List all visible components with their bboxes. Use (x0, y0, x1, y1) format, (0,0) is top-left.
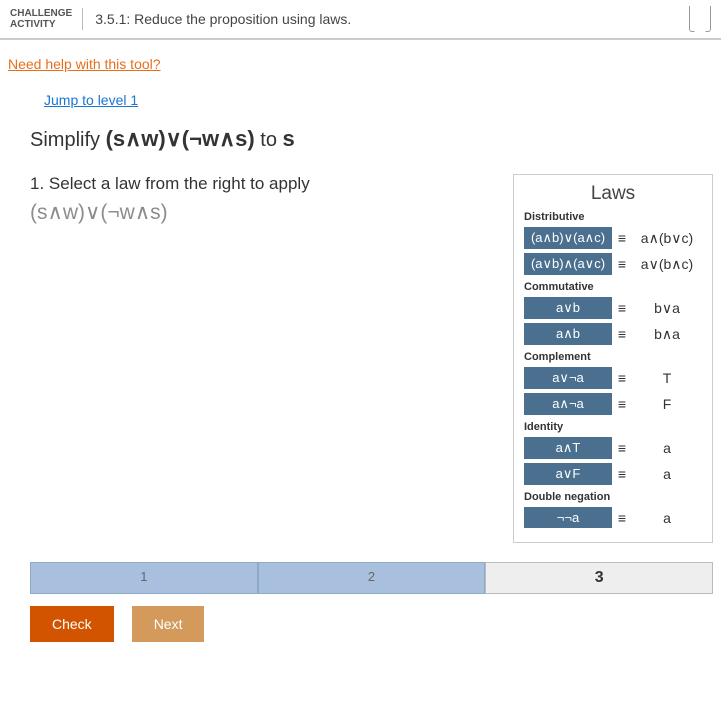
law-button[interactable]: a∨¬a (524, 367, 612, 389)
equiv-symbol: ≡ (612, 300, 632, 316)
law-button[interactable]: a∧b (524, 323, 612, 345)
law-row: a∨b≡b∨a (524, 297, 702, 319)
law-group-label: Double negation (524, 491, 702, 503)
law-row: a∨F≡a (524, 463, 702, 485)
step-progress-bar: 1 2 3 (30, 562, 713, 594)
step-tab-1[interactable]: 1 (30, 562, 258, 594)
step-tab-3[interactable]: 3 (485, 562, 713, 594)
activity-header: CHALLENGE ACTIVITY 3.5.1: Reduce the pro… (0, 0, 721, 40)
law-rhs: T (632, 370, 702, 386)
law-group-label: Complement (524, 351, 702, 363)
simplify-prompt: Simplify (s∧w)∨(¬w∧s) to s (30, 126, 713, 152)
simplify-expression: (s∧w)∨(¬w∧s) (106, 126, 255, 151)
law-rhs: a∨(b∧c) (632, 256, 702, 273)
law-button[interactable]: (a∨b)∧(a∨c) (524, 253, 612, 275)
law-row: a∧T≡a (524, 437, 702, 459)
law-button[interactable]: a∧¬a (524, 393, 612, 415)
next-button[interactable]: Next (132, 606, 205, 642)
law-row: ¬¬a≡a (524, 507, 702, 528)
help-link[interactable]: Need help with this tool? (0, 40, 169, 78)
law-row: a∧¬a≡F (524, 393, 702, 415)
law-row: (a∨b)∧(a∨c)≡a∨(b∧c) (524, 253, 702, 275)
equiv-symbol: ≡ (612, 510, 632, 526)
jump-to-level-link[interactable]: Jump to level 1 (44, 92, 138, 108)
bookmark-icon[interactable] (689, 6, 711, 32)
law-rhs: a∧(b∨c) (632, 230, 702, 247)
challenge-label: CHALLENGE ACTIVITY (10, 8, 83, 30)
law-button[interactable]: a∧T (524, 437, 612, 459)
law-button[interactable]: a∨b (524, 297, 612, 319)
law-button[interactable]: (a∧b)∨(a∧c) (524, 227, 612, 249)
equiv-symbol: ≡ (612, 230, 632, 246)
button-row: Check Next (30, 606, 713, 642)
law-group-label: Identity (524, 421, 702, 433)
challenge-label-line2: ACTIVITY (10, 19, 72, 30)
law-row: (a∧b)∨(a∧c)≡a∧(b∨c) (524, 227, 702, 249)
law-rhs: b∨a (632, 300, 702, 317)
simplify-prefix: Simplify (30, 129, 106, 151)
content-area: ✓ 1 ✓ 2 3 Jump to level 1 Simplify (s∧w)… (0, 78, 721, 652)
equiv-symbol: ≡ (612, 326, 632, 342)
check-button[interactable]: Check (30, 606, 114, 642)
activity-title: 3.5.1: Reduce the proposition using laws… (83, 11, 689, 27)
laws-panel-title: Laws (524, 183, 702, 205)
law-rhs: F (632, 396, 702, 412)
simplify-target: s (283, 126, 295, 151)
challenge-label-line1: CHALLENGE (10, 8, 72, 19)
step-tab-2[interactable]: 2 (258, 562, 486, 594)
law-group-label: Commutative (524, 281, 702, 293)
law-rhs: a (632, 466, 702, 482)
law-group-label: Distributive (524, 211, 702, 223)
step-instruction: 1. Select a law from the right to apply (30, 174, 493, 194)
simplify-mid: to (255, 129, 283, 151)
law-rhs: a (632, 510, 702, 526)
equiv-symbol: ≡ (612, 370, 632, 386)
equiv-symbol: ≡ (612, 440, 632, 456)
law-row: a∧b≡b∧a (524, 323, 702, 345)
equiv-symbol: ≡ (612, 256, 632, 272)
law-button[interactable]: ¬¬a (524, 507, 612, 528)
current-expression: (s∧w)∨(¬w∧s) (30, 200, 493, 225)
law-rhs: b∧a (632, 326, 702, 343)
laws-panel: Laws Distributive(a∧b)∨(a∧c)≡a∧(b∨c)(a∨b… (513, 174, 713, 543)
law-rhs: a (632, 440, 702, 456)
equiv-symbol: ≡ (612, 396, 632, 412)
law-row: a∨¬a≡T (524, 367, 702, 389)
law-button[interactable]: a∨F (524, 463, 612, 485)
equiv-symbol: ≡ (612, 466, 632, 482)
work-area: 1. Select a law from the right to apply … (30, 174, 493, 554)
